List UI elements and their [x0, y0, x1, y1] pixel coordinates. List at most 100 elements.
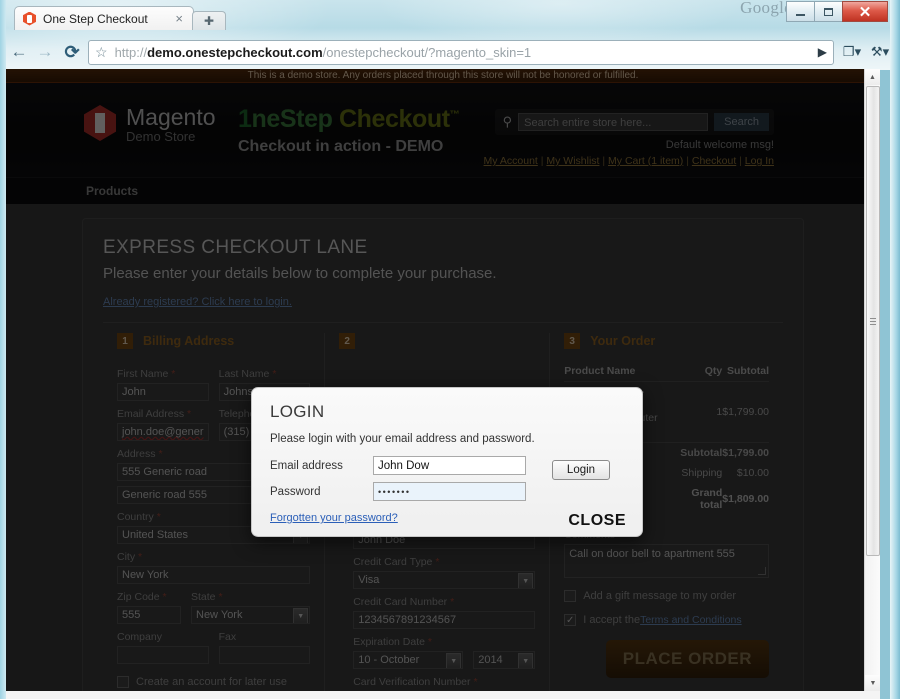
req-6: * — [156, 511, 161, 523]
gift-message-label: Add a gift message to my order — [583, 590, 737, 602]
close-modal-button[interactable]: CLOSE — [568, 512, 626, 530]
place-order-button[interactable]: PLACE ORDER — [605, 640, 769, 678]
scroll-up-arrow-icon[interactable]: ▲ — [865, 69, 880, 85]
already-registered-link[interactable]: Already registered? Click here to login. — [103, 296, 292, 308]
order-title: Your Order — [590, 334, 656, 348]
zip-state-row: Zip Code * 555 State * New York ▼ — [117, 584, 311, 624]
req-12: * — [450, 596, 455, 608]
first-name-input[interactable]: John — [117, 383, 209, 401]
page-subtitle: Please enter your details below to compl… — [103, 265, 497, 282]
fax-input[interactable] — [218, 646, 311, 664]
first-name-label: First Name * — [117, 368, 176, 380]
link-my-wishlist[interactable]: My Wishlist — [546, 155, 599, 167]
link-checkout[interactable]: Checkout — [692, 155, 736, 167]
link-log-in[interactable]: Log In — [745, 155, 774, 167]
zip-label: Zip Code * — [117, 591, 167, 603]
login-submit-button[interactable]: Login — [551, 460, 611, 480]
search-button[interactable]: Search — [714, 113, 769, 131]
company-input[interactable] — [117, 646, 209, 664]
chevron-down-icon: ▾ — [854, 44, 862, 59]
scroll-down-arrow-icon[interactable]: ▼ — [865, 675, 880, 691]
card-type-select[interactable]: Visa ▼ — [353, 571, 536, 589]
login-email-row: Email address John Dow — [270, 456, 538, 475]
req-5: * — [158, 448, 163, 460]
tab-strip: One Step Checkout × ✚ — [14, 6, 226, 30]
back-button[interactable]: ← — [6, 39, 32, 65]
url-scheme: http:// — [114, 44, 148, 60]
login-modal: LOGIN Please login with your email addre… — [251, 387, 643, 537]
terms-row[interactable]: ✓ I accept the Terms and Conditions — [564, 614, 769, 626]
terms-checkbox[interactable]: ✓ — [564, 614, 577, 626]
forward-button[interactable]: → — [32, 39, 58, 65]
expiration-month-select[interactable]: 10 - October ▼ — [353, 651, 464, 669]
demo-store-notice: This is a demo store. Any orders placed … — [6, 69, 880, 83]
scrollbar-thumb[interactable] — [866, 86, 880, 556]
sep4: | — [736, 155, 745, 167]
store-header: Magento Demo Store 1neStep Checkout™ Che… — [6, 83, 880, 177]
osc-step: Step — [279, 105, 333, 133]
settings-menu-button[interactable]: ⚒ ▾ — [866, 39, 894, 65]
state-select[interactable]: New York ▼ — [191, 606, 311, 624]
grand-total-label: Grand total — [691, 487, 723, 511]
go-button[interactable]: ▶ — [810, 45, 827, 59]
gift-message-checkbox[interactable] — [564, 590, 577, 602]
login-form: Email address John Dow Password ••••••• … — [270, 456, 624, 508]
login-password-input[interactable]: ••••••• — [373, 482, 526, 501]
bookmark-star-icon[interactable]: ☆ — [95, 44, 108, 61]
state-label: State * — [191, 591, 223, 603]
card-number-input[interactable]: 1234567891234567 — [353, 611, 536, 629]
req-13: * — [427, 636, 433, 648]
login-email-input[interactable]: John Dow — [373, 456, 526, 475]
gift-message-row[interactable]: Add a gift message to my order — [564, 590, 769, 602]
req-8: * — [162, 591, 167, 603]
nav-item-products[interactable]: Products — [86, 184, 138, 198]
address-bar[interactable]: ☆ http://demo.onestepcheckout.com/oneste… — [88, 39, 834, 65]
login-button-wrap: Login — [538, 456, 624, 508]
subtotal-label: Subtotal — [667, 442, 723, 463]
col-qty: Qty — [667, 361, 723, 382]
city-input[interactable]: New York — [117, 566, 311, 584]
minimize-button[interactable] — [786, 1, 815, 22]
chevron-down-icon-month: ▼ — [446, 653, 462, 668]
chevron-down-icon-cardtype: ▼ — [518, 573, 534, 588]
create-account-checkbox[interactable] — [117, 676, 129, 688]
search-input[interactable]: Search entire store here... — [518, 113, 709, 131]
expiration-year-value: 2014 — [478, 654, 503, 666]
zip-input[interactable]: 555 — [117, 606, 181, 624]
email-input[interactable]: john.doe@gener — [117, 423, 209, 441]
page-icon: ❐ — [842, 44, 855, 59]
link-my-account[interactable]: My Account — [484, 155, 538, 167]
url-domain: demo.onestepcheckout.com — [147, 44, 323, 60]
osc-one: 1 — [238, 105, 252, 133]
login-password-label: Password — [270, 485, 321, 498]
req-7: * — [138, 551, 143, 563]
reload-button[interactable]: ⟳ — [58, 39, 86, 65]
state-value: New York — [196, 609, 243, 621]
browser-toolbar: ← → ⟳ ☆ http://demo.onestepcheckout.com/… — [6, 36, 894, 68]
step-number-1: 1 — [117, 333, 133, 349]
req-11: * — [435, 556, 440, 568]
osc-tm: ™ — [449, 109, 460, 121]
close-tab-icon[interactable]: × — [175, 11, 183, 26]
url-path: /onestepcheckout/?magento_skin=1 — [322, 44, 532, 60]
forgot-password-link[interactable]: Forgotten your password? — [270, 512, 398, 524]
page-menu-button[interactable]: ❐ ▾ — [838, 39, 866, 65]
window-frame-right — [890, 0, 900, 699]
osc-wordmark: 1neStep Checkout™ — [238, 105, 460, 134]
create-account-row[interactable]: Create an account for later use — [117, 676, 310, 688]
store-logo[interactable]: Magento Demo Store — [84, 105, 216, 144]
maximize-button[interactable] — [814, 1, 843, 22]
card-type-label: Credit Card Type * — [353, 556, 440, 568]
scrollbar-grip-icon — [870, 317, 876, 325]
url-text: http://demo.onestepcheckout.com/onestepc… — [115, 45, 532, 60]
terms-and-conditions-link[interactable]: Terms and Conditions — [640, 614, 742, 626]
close-window-button[interactable]: ✕ — [842, 1, 888, 22]
sep2: | — [599, 155, 609, 167]
vertical-scrollbar[interactable]: ▲ ▼ — [864, 69, 880, 691]
new-tab-button[interactable]: ✚ — [192, 11, 226, 30]
expiration-year-select[interactable]: 2014 ▼ — [473, 651, 536, 669]
comments-textarea[interactable]: Call on door bell to apartment 555 — [564, 544, 769, 578]
subtotal-value: $1,799.00 — [722, 442, 769, 463]
link-my-cart[interactable]: My Cart (1 item) — [608, 155, 683, 167]
tab-one-step-checkout[interactable]: One Step Checkout × — [14, 6, 194, 30]
